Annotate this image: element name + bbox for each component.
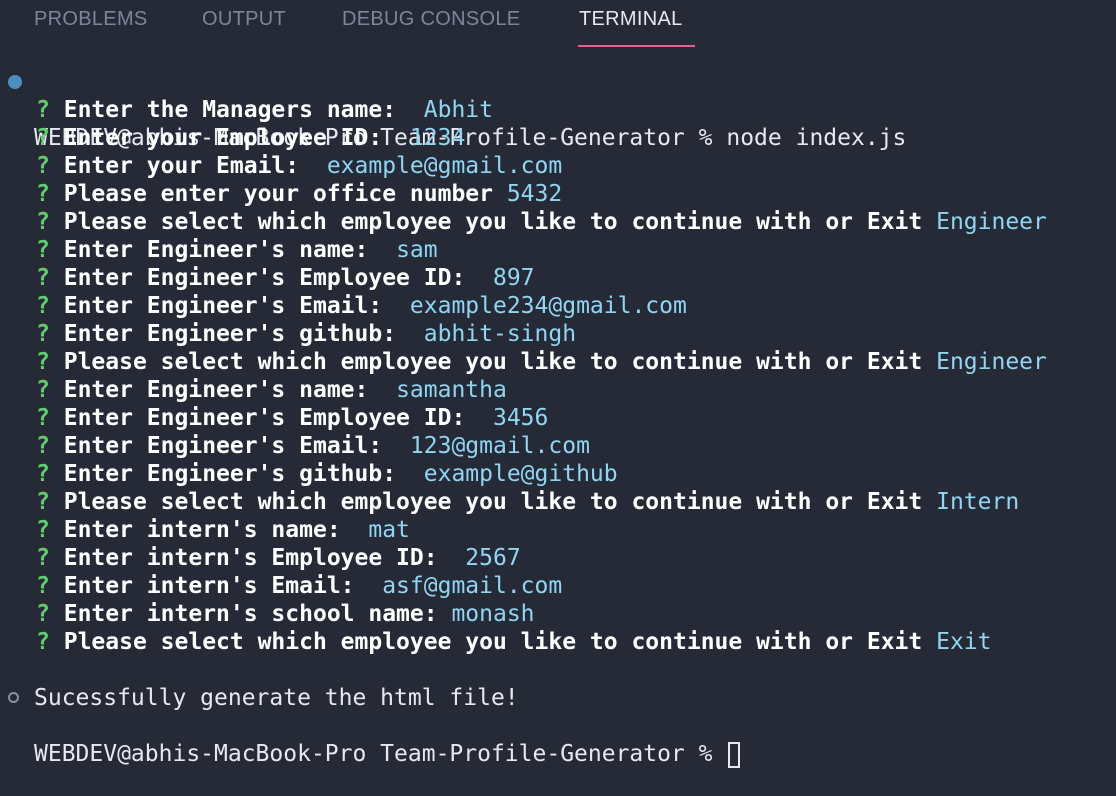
question-text: Enter intern's Employee ID:: [63, 545, 452, 571]
qa-line-content: ? Enter intern's Email: asf@gmail.com: [36, 572, 562, 600]
question-mark-icon: ?: [36, 209, 50, 235]
question-mark-icon: ?: [36, 517, 50, 543]
qa-line-content: ? Enter Engineer's Email: 123@gmail.com: [36, 432, 590, 460]
question-text: Enter Engineer's Employee ID:: [63, 265, 480, 291]
answer-text: 3456: [479, 405, 549, 431]
qa-line-content: ? Enter intern's name: mat: [36, 516, 410, 544]
command-line-2: WEBDEV@abhis-MacBook-Pro Team-Profile-Ge…: [0, 684, 1116, 768]
question-text: Please select which employee you like to…: [63, 209, 923, 235]
qa-line-content: ? Please select which employee you like …: [36, 208, 1047, 236]
question-mark-icon: ?: [36, 377, 50, 403]
answer-text: Engineer: [922, 349, 1047, 375]
prompt-input-line[interactable]: WEBDEV@abhis-MacBook-Pro Team-Profile-Ge…: [34, 740, 741, 768]
answer-text: 5432: [492, 181, 563, 207]
qa-line-content: ? Please select which employee you like …: [36, 348, 1047, 376]
question-mark-icon: ?: [36, 573, 50, 599]
qa-line-content: ? Enter Engineer's Employee ID: 3456: [36, 404, 548, 432]
terminal-output[interactable]: WEBDEV@abhis-MacBook-Pro Team-Profile-Ge…: [0, 68, 1116, 768]
panel-tab-bar: PROBLEMS OUTPUT DEBUG CONSOLE TERMINAL: [0, 0, 1116, 50]
qa-line-content: ? Enter your Employee ID: 1234: [36, 124, 465, 152]
question-mark-icon: ?: [36, 433, 50, 459]
answer-text: sam: [382, 237, 438, 263]
answer-text: Engineer: [922, 209, 1047, 235]
success-message-line: Sucessfully generate the html file!: [0, 656, 519, 711]
answer-text: monash: [437, 601, 535, 627]
qa-line-content: ? Enter your Email: example@gmail.com: [36, 152, 562, 180]
qa-line-content: ? Please select which employee you like …: [36, 628, 992, 656]
qa-line-content: ? Enter intern's school name: monash: [36, 600, 535, 628]
question-mark-icon: ?: [36, 293, 50, 319]
command-status-icon[interactable]: [8, 75, 22, 89]
question-mark-icon: ?: [36, 405, 50, 431]
qa-line-content: ? Enter Engineer's Email: example234@gma…: [36, 292, 687, 320]
answer-text: example234@gmail.com: [396, 293, 687, 319]
command-line-1: WEBDEV@abhis-MacBook-Pro Team-Profile-Ge…: [0, 68, 1116, 151]
question-text: Enter Engineer's name:: [63, 377, 383, 403]
question-mark-icon: ?: [36, 153, 50, 179]
question-text: Please enter your office number: [63, 181, 493, 207]
question-text: Enter intern's name:: [63, 517, 355, 543]
question-mark-icon: ?: [36, 489, 50, 515]
answer-text: Intern: [922, 489, 1020, 515]
question-text: Enter Engineer's github:: [63, 321, 410, 347]
question-mark-icon: ?: [36, 629, 50, 655]
qa-line-content: ? Please select which employee you like …: [36, 488, 1019, 516]
question-text: Please select which employee you like to…: [63, 489, 923, 515]
active-tab-indicator: [578, 45, 695, 47]
answer-text: 2567: [451, 545, 521, 571]
qa-line-content: ? Enter Engineer's name: sam: [36, 236, 438, 264]
question-text: Enter Engineer's name:: [63, 237, 383, 263]
question-mark-icon: ?: [36, 237, 50, 263]
qa-line-content: ? Enter Engineer's name: samantha: [36, 376, 507, 404]
question-mark-icon: ?: [36, 545, 50, 571]
answer-text: 1234: [396, 125, 466, 151]
question-mark-icon: ?: [36, 125, 50, 151]
answer-text: Abhit: [409, 97, 493, 123]
tab-problems[interactable]: PROBLEMS: [34, 8, 148, 31]
question-text: Please select which employee you like to…: [63, 349, 923, 375]
qa-line-content: ? Enter the Managers name: Abhit: [36, 96, 493, 124]
question-mark-icon: ?: [36, 601, 50, 627]
question-text: Enter Engineer's github:: [63, 461, 410, 487]
question-mark-icon: ?: [36, 265, 50, 291]
question-text: Enter Engineer's Email:: [63, 433, 397, 459]
question-text: Enter your Email:: [63, 153, 313, 179]
qa-line-content: ? Enter Engineer's github: example@githu…: [36, 460, 618, 488]
answer-text: 897: [479, 265, 535, 291]
answer-text: abhit-singh: [409, 321, 577, 347]
question-text: Enter intern's school name:: [63, 601, 438, 627]
question-mark-icon: ?: [36, 321, 50, 347]
question-mark-icon: ?: [36, 181, 50, 207]
qa-line-content: ? Enter Engineer's github: abhit-singh: [36, 320, 576, 348]
question-text: Please select which employee you like to…: [63, 629, 923, 655]
question-text: Enter Engineer's Email:: [63, 293, 397, 319]
tab-output[interactable]: OUTPUT: [202, 8, 286, 31]
answer-text: asf@gmail.com: [368, 573, 563, 599]
text-cursor: [728, 741, 741, 768]
answer-text: 123@gmail.com: [396, 433, 590, 459]
answer-text: Exit: [922, 629, 992, 655]
answer-text: samantha: [382, 377, 507, 403]
question-mark-icon: ?: [36, 461, 50, 487]
command-status-icon-empty[interactable]: [8, 692, 19, 703]
tab-terminal[interactable]: TERMINAL: [579, 8, 683, 31]
prompt-text-2: WEBDEV@abhis-MacBook-Pro Team-Profile-Ge…: [34, 741, 727, 767]
question-mark-icon: ?: [36, 97, 50, 123]
question-text: Enter intern's Email:: [63, 573, 369, 599]
qa-line-content: ? Enter intern's Employee ID: 2567: [36, 544, 521, 572]
qa-line-content: ? Please enter your office number 5432: [36, 180, 562, 208]
question-mark-icon: ?: [36, 349, 50, 375]
qa-line-content: ? Enter Engineer's Employee ID: 897: [36, 264, 535, 292]
question-text: Enter the Managers name:: [63, 97, 410, 123]
question-text: Enter Engineer's Employee ID:: [63, 405, 480, 431]
answer-text: mat: [354, 517, 410, 543]
tab-debug-console[interactable]: DEBUG CONSOLE: [342, 8, 520, 31]
answer-text: example@gmail.com: [312, 153, 563, 179]
question-text: Enter your Employee ID:: [63, 125, 397, 151]
answer-text: example@github: [409, 461, 618, 487]
